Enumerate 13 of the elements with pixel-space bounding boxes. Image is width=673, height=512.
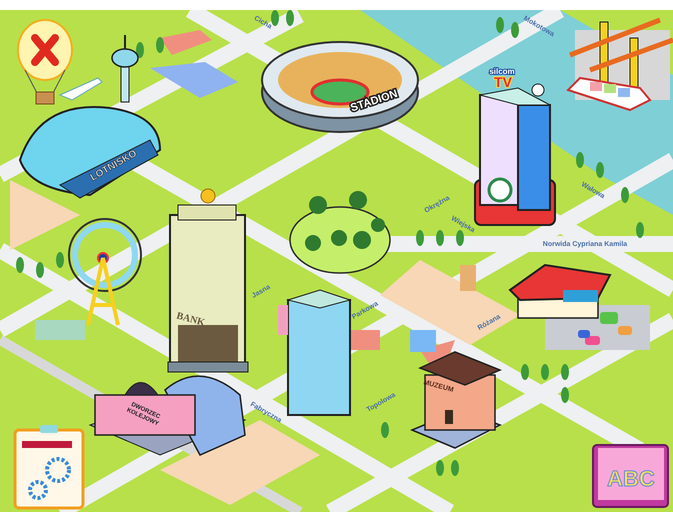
airplane-icon: [58, 77, 103, 101]
low-building: [460, 265, 476, 291]
low-building: [35, 320, 85, 340]
alphabet-book-button[interactable]: ABC: [592, 444, 669, 508]
low-building: [350, 330, 380, 350]
paved-plaza: [10, 180, 80, 250]
close-balloon-button[interactable]: [17, 19, 73, 104]
settings-clipboard-button[interactable]: [14, 425, 84, 510]
bank-sign: BANK: [175, 310, 206, 329]
low-building: [160, 30, 212, 55]
tv-logo-sign: TV: [494, 74, 512, 90]
control-tower-drawing: [111, 35, 139, 102]
tv-logo-label: silcom: [489, 67, 515, 76]
